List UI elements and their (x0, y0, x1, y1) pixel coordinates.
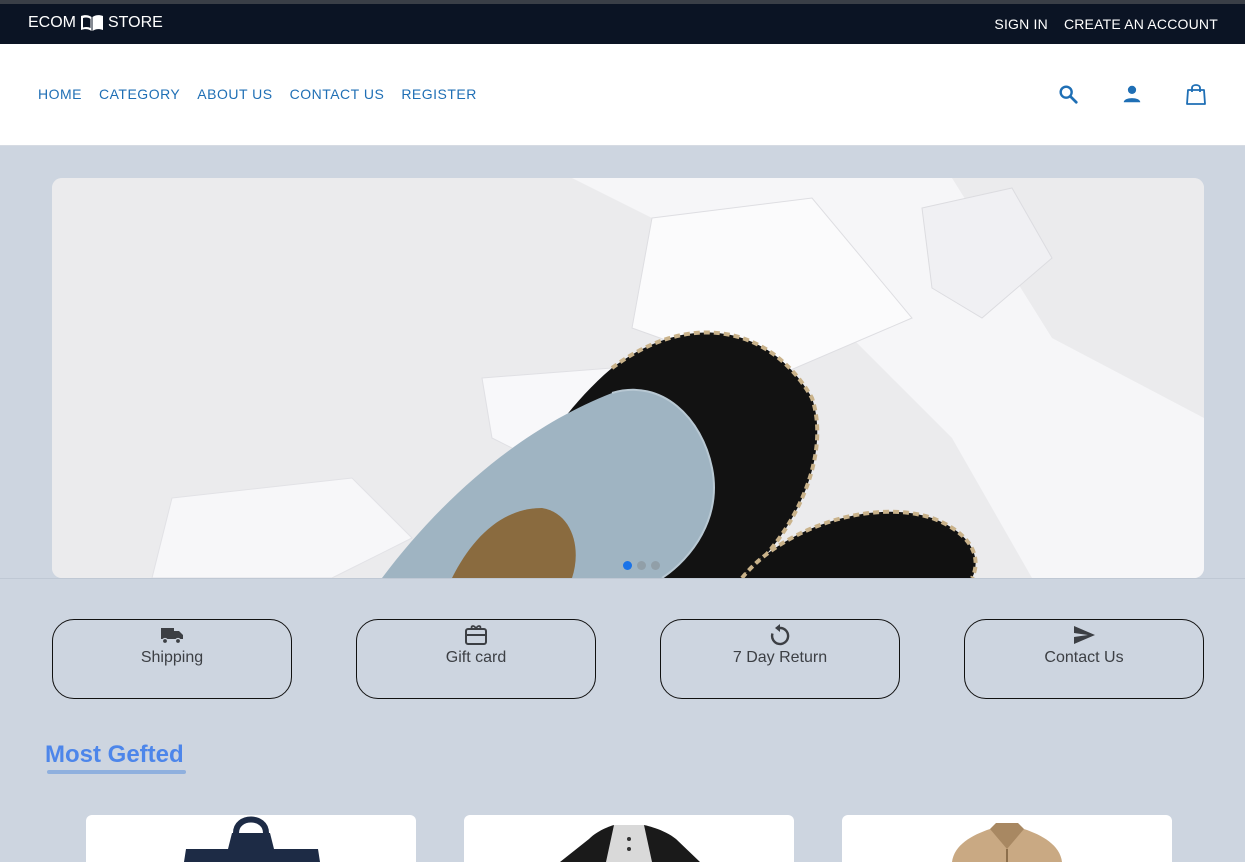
nav-links: HOME CATEGORY ABOUT US CONTACT US REGIST… (38, 86, 477, 102)
gift-card-icon (465, 625, 487, 645)
section-title-underline (47, 770, 186, 774)
carousel-indicators (623, 561, 660, 570)
shopping-bag-icon[interactable] (1183, 81, 1209, 107)
product-card-1[interactable] (86, 815, 416, 862)
nav-icons (1055, 81, 1209, 107)
feature-return[interactable]: 7 Day Return (660, 619, 900, 699)
section-title: Most Gefted (45, 741, 184, 768)
feature-label: Shipping (140, 649, 204, 666)
shirt-product-image (560, 825, 700, 862)
product-card-2[interactable] (464, 815, 794, 862)
feature-shipping[interactable]: Shipping (52, 619, 292, 699)
brand-logo[interactable]: ECOM STORE (28, 14, 163, 32)
product-card-3[interactable] (842, 815, 1172, 862)
account-icon[interactable] (1119, 81, 1145, 107)
hero-slide-image (52, 178, 1204, 578)
main-navbar: HOME CATEGORY ABOUT US CONTACT US REGIST… (0, 44, 1245, 146)
carousel-dot-2[interactable] (637, 561, 646, 570)
nav-home[interactable]: HOME (38, 86, 82, 102)
hero-carousel[interactable] (52, 178, 1204, 578)
nav-contact-us[interactable]: CONTACT US (290, 86, 385, 102)
carousel-dot-1[interactable] (623, 561, 632, 570)
return-icon (770, 624, 790, 646)
carousel-dot-3[interactable] (651, 561, 660, 570)
sign-in-link[interactable]: SIGN IN (994, 16, 1048, 32)
nav-category[interactable]: CATEGORY (99, 86, 180, 102)
bag-product-image (184, 816, 320, 862)
search-icon[interactable] (1055, 81, 1081, 107)
feature-label: Contact Us (1044, 649, 1124, 666)
account-links: SIGN IN CREATE AN ACCOUNT (994, 16, 1218, 32)
section-divider (0, 578, 1245, 579)
feature-contact[interactable]: Contact Us (964, 619, 1204, 699)
nav-register[interactable]: REGISTER (401, 86, 477, 102)
feature-label: Gift card (445, 649, 507, 666)
brand-text-left: ECOM (28, 14, 76, 31)
feature-label: 7 Day Return (732, 649, 828, 666)
send-icon (1074, 626, 1095, 644)
feature-gift-card[interactable]: Gift card (356, 619, 596, 699)
top-bar: ECOM STORE SIGN IN CREATE AN ACCOUNT (0, 0, 1245, 44)
nav-about-us[interactable]: ABOUT US (197, 86, 272, 102)
brand-text-right: STORE (108, 14, 163, 31)
truck-icon (161, 628, 183, 645)
jacket-product-image (952, 823, 1062, 862)
book-icon (81, 15, 103, 31)
create-account-link[interactable]: CREATE AN ACCOUNT (1064, 16, 1218, 32)
